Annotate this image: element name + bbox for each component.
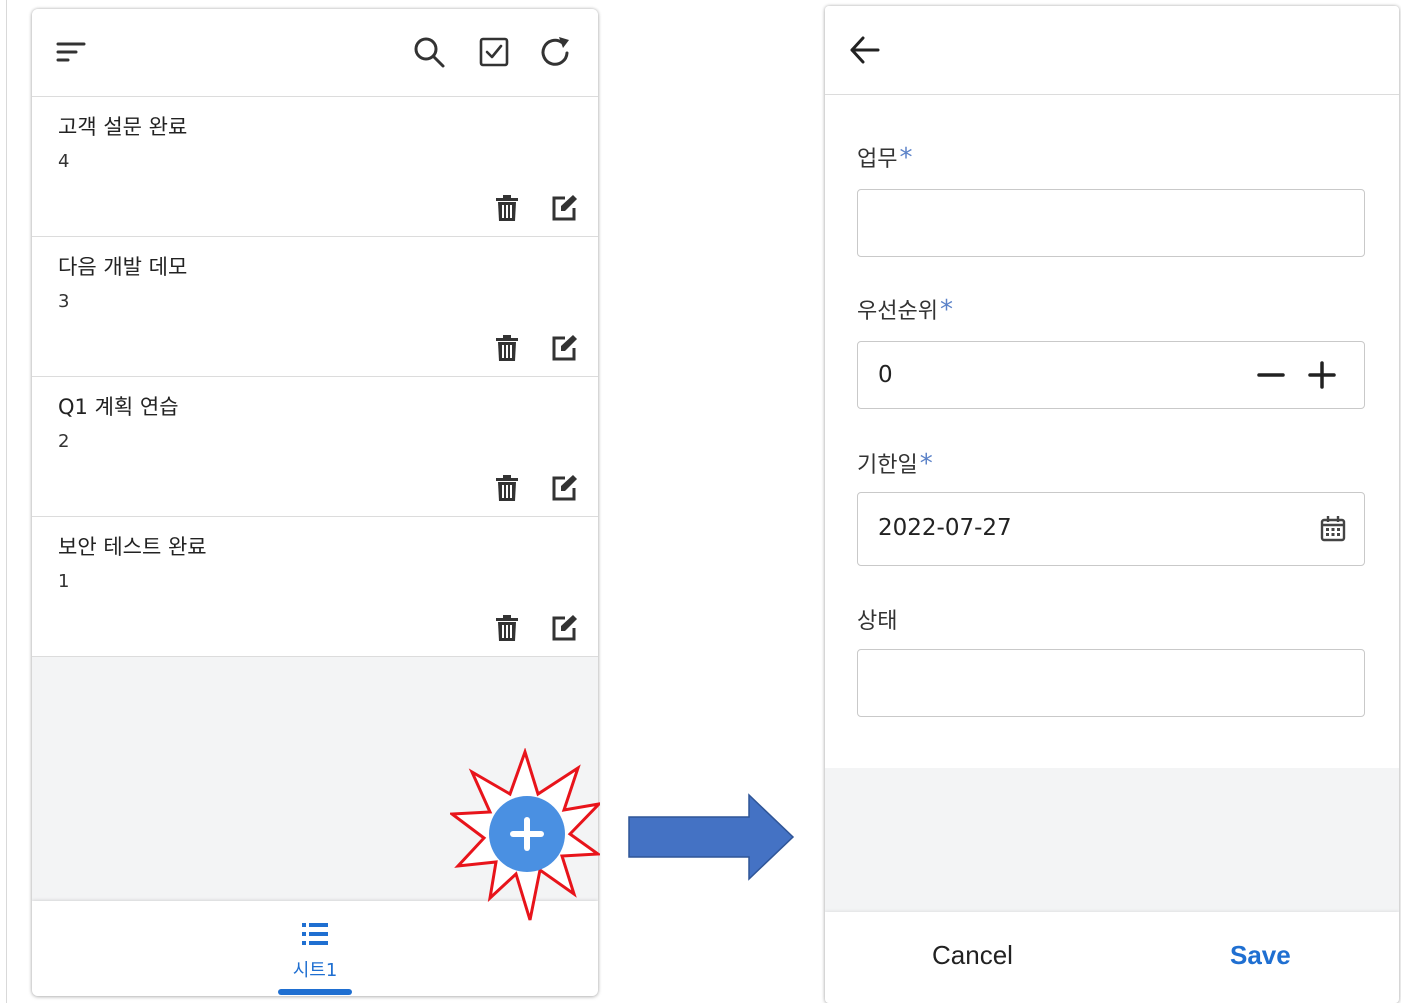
list-item[interactable]: Q1 계획 연습 2 [32,377,598,517]
plus-icon[interactable] [1307,360,1337,390]
required-asterisk: * [919,449,933,479]
form-header [825,6,1399,95]
status-label: 상태 [857,609,898,634]
list-item[interactable]: 고객 설문 완료 4 [32,97,598,237]
priority-value: 0 [878,362,893,388]
save-button[interactable]: Save [1230,940,1291,971]
due-date-input[interactable]: 2022-07-27 [857,492,1365,566]
list-icon [300,919,330,949]
checkbox-icon[interactable] [477,35,511,69]
item-title: 고객 설문 완료 [58,115,188,139]
edit-icon[interactable] [549,333,579,363]
edit-icon[interactable] [549,613,579,643]
flow-arrow [627,793,795,881]
status-input[interactable] [857,649,1365,717]
required-asterisk: * [899,143,913,173]
form-screen: 업무* 우선순위* 0 기한일* 2022-07-27 상태 Cancel Sa… [825,6,1399,1003]
sort-icon[interactable] [54,35,88,69]
form-body: 업무* 우선순위* 0 기한일* 2022-07-27 상태 [825,95,1399,768]
arrow-left-icon[interactable] [847,32,883,68]
task-list: 고객 설문 완료 4 다음 개발 데모 3 Q1 계획 연습 2 보안 테스트 … [32,97,598,657]
due-date-value: 2022-07-27 [878,515,1012,541]
priority-stepper[interactable]: 0 [857,341,1365,409]
list-item[interactable]: 다음 개발 데모 3 [32,237,598,377]
priority-label: 우선순위* [857,295,953,325]
item-title: Q1 계획 연습 [58,395,179,419]
refresh-icon[interactable] [539,35,573,69]
item-title: 다음 개발 데모 [58,255,188,279]
tab-sheet1[interactable]: 시트1 [278,901,352,996]
add-fab-button[interactable] [450,748,600,924]
trash-icon[interactable] [492,333,522,363]
trash-icon[interactable] [492,193,522,223]
page-edge-divider [6,0,7,1003]
item-value: 3 [58,291,70,312]
item-value: 1 [58,571,70,592]
active-tab-indicator [278,989,352,995]
trash-icon[interactable] [492,613,522,643]
cancel-button[interactable]: Cancel [932,940,1013,971]
search-icon[interactable] [412,35,446,69]
trash-icon[interactable] [492,473,522,503]
list-toolbar [32,9,598,97]
edit-icon[interactable] [549,473,579,503]
item-value: 2 [58,431,70,452]
calendar-icon[interactable] [1318,514,1348,544]
tab-label: 시트1 [292,960,338,981]
minus-icon[interactable] [1256,360,1286,390]
task-label: 업무* [857,143,913,173]
form-action-bar: Cancel Save [825,912,1399,1003]
item-title: 보안 테스트 완료 [58,535,207,559]
required-asterisk: * [939,295,953,325]
item-value: 4 [58,151,70,172]
task-input[interactable] [857,189,1365,257]
edit-icon[interactable] [549,193,579,223]
due-date-label: 기한일* [857,449,933,479]
list-item[interactable]: 보안 테스트 완료 1 [32,517,598,657]
